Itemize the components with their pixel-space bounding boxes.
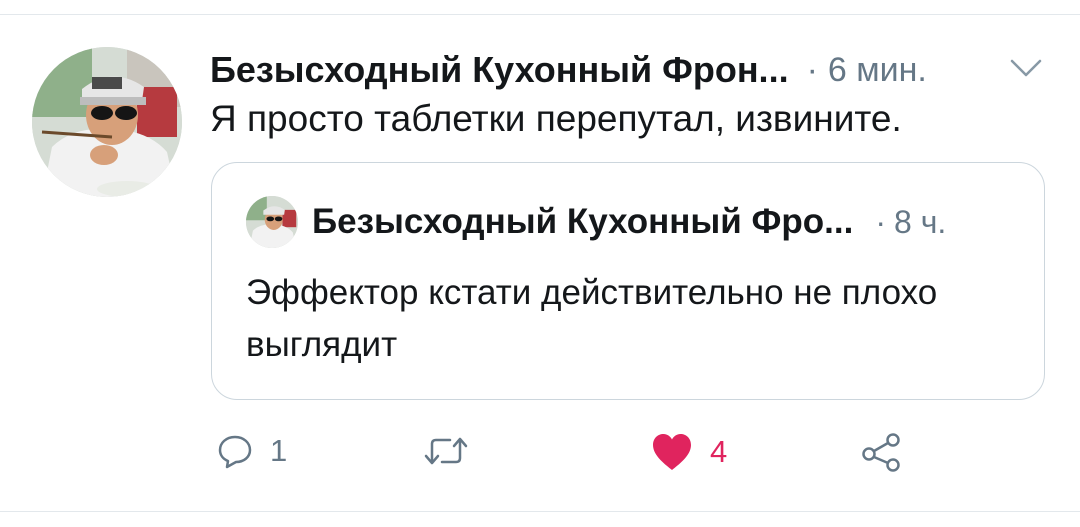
quoted-text: Эффектор кстати действительно не плохо в…: [246, 273, 938, 364]
tweet-header: Безысходный Кухонный Фрон... · 6 мин.: [210, 47, 927, 93]
like-button[interactable]: 4: [650, 432, 727, 472]
quoted-avatar-image: [246, 196, 298, 248]
bottom-divider: [0, 511, 1080, 512]
top-divider: [0, 14, 1080, 15]
tweet-text: Я просто таблетки перепутал, извините.: [210, 98, 902, 139]
share-button[interactable]: [860, 432, 904, 472]
reply-count: 1: [270, 433, 288, 468]
reply-button[interactable]: 1: [216, 432, 287, 470]
quoted-timestamp: 8 ч.: [894, 203, 947, 240]
quoted-author-name: Безысходный Кухонный Фро...: [312, 202, 854, 241]
header-separator: ·: [806, 50, 818, 89]
quoted-separator: ·: [875, 203, 887, 240]
retweet-button[interactable]: [422, 432, 486, 470]
author-name[interactable]: Безысходный Кухонный Фрон...: [210, 49, 789, 91]
quoted-tweet[interactable]: Безысходный Кухонный Фро... · 8 ч. Эффек…: [211, 162, 1045, 400]
caret-down-icon[interactable]: [1006, 55, 1046, 81]
quoted-avatar: [246, 196, 298, 248]
reply-icon: [218, 435, 252, 469]
avatar[interactable]: [32, 47, 182, 197]
heart-icon: [653, 434, 691, 470]
quoted-header: Безысходный Кухонный Фро... · 8 ч.: [312, 199, 946, 245]
retweet-icon: [424, 437, 468, 465]
timestamp[interactable]: 6 мин.: [828, 51, 927, 90]
like-count: 4: [710, 434, 728, 469]
avatar-image: [32, 47, 182, 197]
share-icon: [862, 433, 900, 472]
